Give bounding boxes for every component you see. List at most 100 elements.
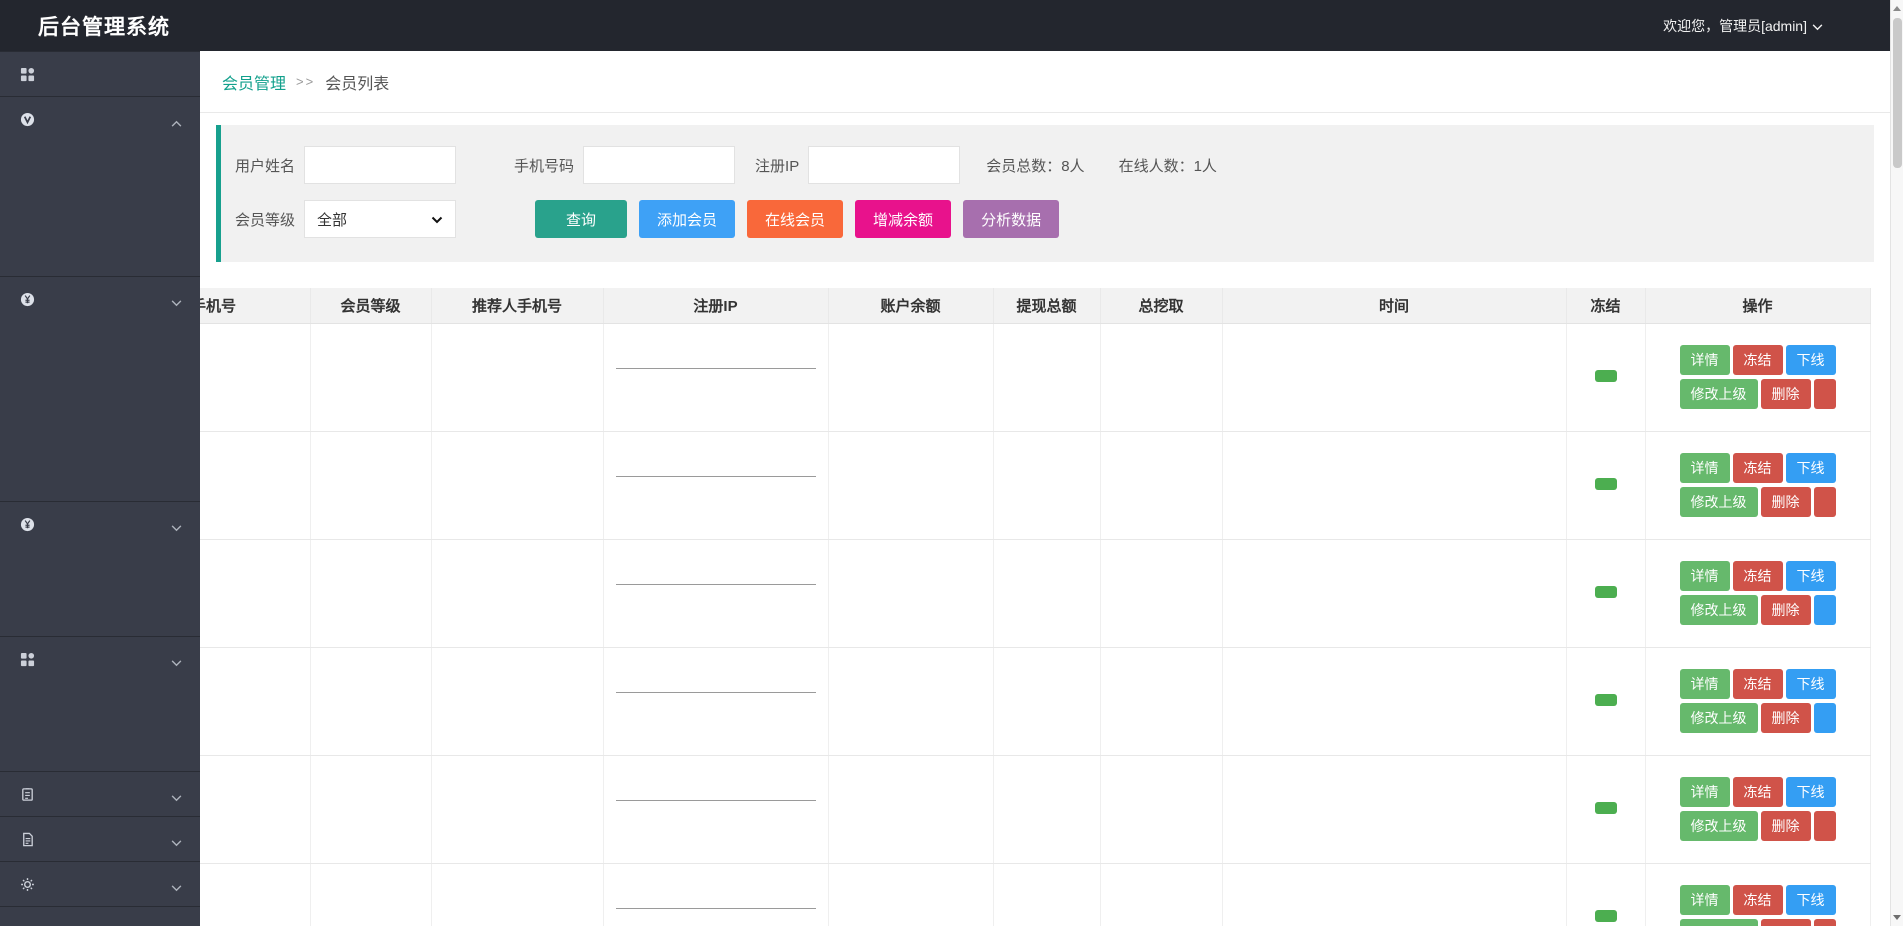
search-button[interactable]: 查询 [535,200,627,238]
agent-toggle-button[interactable] [1814,487,1836,517]
freeze-button[interactable]: 冻结 [1733,669,1783,699]
member-level-select[interactable]: 全部 [304,200,456,238]
delete-button[interactable]: 删除 [1761,379,1811,409]
status-badge[interactable] [1595,370,1617,382]
sidebar-item[interactable] [0,96,200,141]
agent-toggle-button[interactable] [1814,703,1836,733]
register-ip-input[interactable] [808,146,960,184]
detail-button[interactable]: 详情 [1680,777,1730,807]
add-member-button[interactable]: 添加会员 [639,200,735,238]
chevron-icon [171,654,182,671]
delete-button[interactable]: 删除 [1761,811,1811,841]
breadcrumb-parent-link[interactable]: 会员管理 [222,70,286,94]
sidebar-item[interactable] [0,366,200,411]
withdraw-cell [993,755,1100,863]
freeze-button[interactable]: 冻结 [1733,885,1783,915]
agent-toggle-button[interactable] [1814,811,1836,841]
status-cell [1566,863,1645,926]
username-input[interactable] [304,146,456,184]
sidebar-item[interactable] [0,456,200,501]
scrollbar-up-arrow[interactable] [1891,1,1903,16]
sidebar-item[interactable] [0,231,200,276]
delete-button[interactable]: 删除 [1761,919,1811,926]
modify-superior-button[interactable]: 修改上级 [1680,703,1758,733]
offline-button[interactable]: 下线 [1786,345,1836,375]
ip-address [616,900,816,909]
detail-button[interactable]: 详情 [1680,561,1730,591]
sidebar-item[interactable] [0,591,200,636]
table-row: 详情 冻结 下线 修改上级 删除 [200,323,1870,431]
modify-superior-button[interactable]: 修改上级 [1680,595,1758,625]
chevron-icon [171,519,182,536]
freeze-button[interactable]: 冻结 [1733,561,1783,591]
modify-superior-button[interactable]: 修改上级 [1680,487,1758,517]
grid-icon [20,652,36,667]
status-badge[interactable] [1595,910,1617,922]
sidebar-item[interactable] [0,501,200,546]
withdraw-cell [993,539,1100,647]
welcome-dropdown[interactable]: 欢迎您，管理员[admin] [1663,16,1823,36]
sidebar-item[interactable] [0,816,200,861]
detail-button[interactable]: 详情 [1680,453,1730,483]
offline-button[interactable]: 下线 [1786,669,1836,699]
header-freeze: 冻结 [1566,288,1645,323]
sidebar-item[interactable] [0,546,200,591]
phone-input[interactable] [583,146,735,184]
status-badge[interactable] [1595,586,1617,598]
agent-toggle-button[interactable] [1814,379,1836,409]
ip-address [616,468,816,477]
yen-icon [20,292,36,307]
modify-superior-button[interactable]: 修改上级 [1680,379,1758,409]
modify-superior-button[interactable]: 修改上级 [1680,919,1758,926]
sidebar-item[interactable] [0,681,200,726]
sidebar-item[interactable] [0,141,200,186]
withdraw-cell [993,863,1100,926]
referrer-cell [431,755,603,863]
status-badge[interactable] [1595,802,1617,814]
phone-cell [200,647,310,755]
sidebar-item[interactable] [0,636,200,681]
offline-button[interactable]: 下线 [1786,561,1836,591]
detail-button[interactable]: 详情 [1680,345,1730,375]
analyze-data-button[interactable]: 分析数据 [963,200,1059,238]
sidebar-item[interactable] [0,726,200,771]
freeze-button[interactable]: 冻结 [1733,777,1783,807]
doc-icon [20,832,36,847]
agent-toggle-button[interactable] [1814,919,1836,926]
sidebar-item[interactable] [0,861,200,906]
chevron-icon [171,834,182,851]
delete-button[interactable]: 删除 [1761,487,1811,517]
filter-panel: 用户姓名 手机号码 注册IP 会员总数：8人 在线人数：1人 会员等级 全部 [216,125,1874,262]
delete-button[interactable]: 删除 [1761,703,1811,733]
username-label: 用户姓名 [235,155,295,176]
sidebar-item[interactable] [0,276,200,321]
delete-button[interactable]: 删除 [1761,595,1811,625]
withdraw-cell [993,647,1100,755]
status-badge[interactable] [1595,694,1617,706]
offline-button[interactable]: 下线 [1786,777,1836,807]
adjust-balance-button[interactable]: 增减余额 [855,200,951,238]
sidebar-item[interactable] [0,51,200,96]
online-members-button[interactable]: 在线会员 [747,200,843,238]
freeze-button[interactable]: 冻结 [1733,453,1783,483]
sidebar-item[interactable] [0,411,200,456]
mined-cell [1100,863,1222,926]
ip-address [616,684,816,693]
status-badge[interactable] [1595,478,1617,490]
scrollbar-thumb[interactable] [1893,18,1902,168]
freeze-button[interactable]: 冻结 [1733,345,1783,375]
sidebar-item[interactable] [0,186,200,231]
agent-toggle-button[interactable] [1814,595,1836,625]
member-level-cell [310,863,431,926]
scrollbar-down-arrow[interactable] [1891,910,1903,925]
offline-button[interactable]: 下线 [1786,453,1836,483]
offline-button[interactable]: 下线 [1786,885,1836,915]
sidebar-item[interactable] [0,321,200,366]
detail-button[interactable]: 详情 [1680,885,1730,915]
phone-cell [200,755,310,863]
modify-superior-button[interactable]: 修改上级 [1680,811,1758,841]
vertical-scrollbar[interactable] [1890,0,1903,926]
sidebar-item[interactable] [0,771,200,816]
detail-button[interactable]: 详情 [1680,669,1730,699]
actions-cell: 详情 冻结 下线 修改上级 删除 [1645,431,1870,539]
